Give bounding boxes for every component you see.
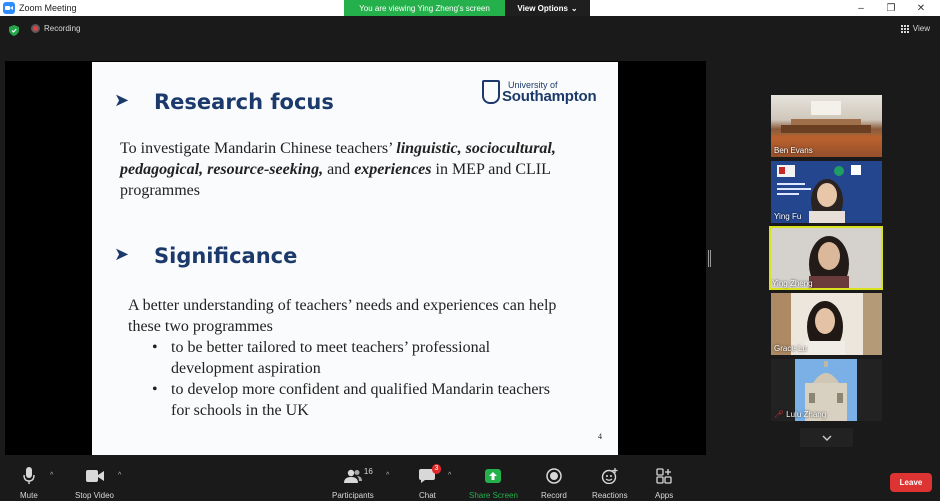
grid-view-icon [900, 24, 909, 33]
gallery-scroll-down-button[interactable] [800, 428, 853, 447]
para1-prefix: To investigate Mandarin Chinese teachers… [120, 140, 397, 157]
zoom-window: Zoom Meeting You are viewing Ying Zheng'… [0, 0, 940, 501]
muted-mic-icon: 🎤︎ [774, 410, 785, 419]
share-screen-label: Share Screen [469, 491, 518, 500]
share-screen-icon [485, 466, 502, 486]
participant-name: Lulu Zhang [786, 410, 827, 419]
apps-label: Apps [655, 491, 674, 500]
video-tile-grace-lu[interactable]: Grace Lu [771, 293, 882, 355]
encryption-shield-icon[interactable] [9, 25, 19, 36]
view-options-button[interactable]: View Options ⌄ [505, 0, 590, 16]
stop-video-button[interactable]: Stop Video [75, 466, 114, 500]
mute-button[interactable]: Mute [20, 466, 38, 500]
chevron-down-icon [822, 435, 831, 441]
video-tile-ben-evans[interactable]: Ben Evans [771, 95, 882, 157]
view-options-label: View Options [517, 3, 568, 13]
close-button[interactable]: ✕ [906, 0, 936, 16]
mute-options-caret-icon[interactable]: ^ [50, 472, 53, 479]
bullet-item: to develop more confident and qualified … [152, 379, 552, 421]
chat-bubble-icon: 3 [419, 464, 442, 486]
chat-unread-badge: 3 [431, 464, 442, 474]
recording-label: Recording [44, 24, 81, 33]
view-button[interactable]: View [900, 24, 930, 33]
smiley-plus-icon [601, 466, 619, 486]
para1-and: and [323, 161, 355, 178]
participant-name: Grace Lu [774, 344, 807, 353]
participant-name-row: 🎤︎ Lulu Zhang [774, 410, 826, 419]
video-camera-icon [85, 466, 104, 486]
meeting-toolbar: Mute ^ Stop Video ^ 16 Participants ^ 3 … [0, 460, 940, 501]
video-tile-ying-fu[interactable]: Ying Fu [771, 161, 882, 223]
arrow-bullet-icon: ➤ [114, 244, 130, 265]
minimize-button[interactable]: – [846, 0, 876, 16]
crest-icon [482, 80, 500, 104]
participants-button[interactable]: 16 Participants [332, 466, 374, 500]
participants-options-caret-icon[interactable]: ^ [386, 472, 389, 479]
view-label: View [912, 24, 930, 33]
chat-options-caret-icon[interactable]: ^ [448, 472, 451, 479]
term-linguistic: linguistic, [396, 140, 462, 157]
presentation-slide: ➤ Research focus University of Southampt… [92, 62, 618, 455]
microphone-icon [23, 466, 35, 486]
record-icon [546, 466, 562, 486]
apps-button[interactable]: Apps [655, 466, 673, 500]
restore-button[interactable]: ❐ [876, 0, 906, 16]
reactions-label: Reactions [592, 491, 628, 500]
record-button[interactable]: Record [541, 466, 567, 500]
window-title: Zoom Meeting [19, 3, 77, 13]
slide-heading-research: Research focus [154, 90, 334, 114]
participant-name: Ying Zheng [772, 279, 813, 288]
reactions-button[interactable]: Reactions [592, 466, 628, 500]
slide-heading-significance: Significance [154, 244, 298, 268]
university-logo: University of Southampton [482, 79, 604, 109]
chat-label: Chat [419, 491, 436, 500]
participant-name: Ben Evans [774, 146, 813, 155]
leave-button[interactable]: Leave [890, 473, 932, 492]
chevron-down-icon: ⌄ [570, 3, 578, 13]
participant-name: Ying Fu [774, 212, 802, 221]
viewing-banner: You are viewing Ying Zheng's screen View… [344, 0, 590, 16]
recording-dot-icon [31, 24, 40, 33]
viewing-screen-label: You are viewing Ying Zheng's screen [344, 0, 505, 16]
record-label: Record [541, 491, 567, 500]
recording-indicator[interactable]: Recording [31, 24, 80, 33]
video-options-caret-icon[interactable]: ^ [118, 472, 121, 479]
video-tile-lulu-zhang[interactable]: 🎤︎ Lulu Zhang [771, 359, 882, 421]
apps-icon [656, 466, 672, 486]
meeting-top-bar: Recording View [0, 16, 940, 44]
stop-video-label: Stop Video [75, 491, 114, 500]
panel-resize-handle[interactable] [708, 250, 711, 267]
zoom-logo-icon [3, 2, 15, 14]
significance-text: A better understanding of teachers’ need… [128, 297, 557, 335]
chat-button[interactable]: 3 Chat [419, 464, 442, 500]
term-experiences: experiences [354, 161, 432, 178]
research-focus-text: To investigate Mandarin Chinese teachers… [120, 138, 580, 201]
participants-count: 16 [363, 467, 373, 476]
logo-line2: Southampton [502, 88, 597, 105]
significance-bullets: to be better tailored to meet teachers’ … [152, 337, 552, 421]
video-tile-ying-zheng[interactable]: Ying Zheng [769, 226, 883, 290]
slide-page-number: 4 [598, 432, 602, 441]
arrow-bullet-icon: ➤ [114, 90, 130, 111]
participants-icon: 16 [343, 466, 373, 486]
share-screen-button[interactable]: Share Screen [469, 466, 518, 500]
participants-label: Participants [332, 491, 374, 500]
mute-label: Mute [20, 491, 38, 500]
bullet-item: to be better tailored to meet teachers’ … [152, 337, 552, 379]
